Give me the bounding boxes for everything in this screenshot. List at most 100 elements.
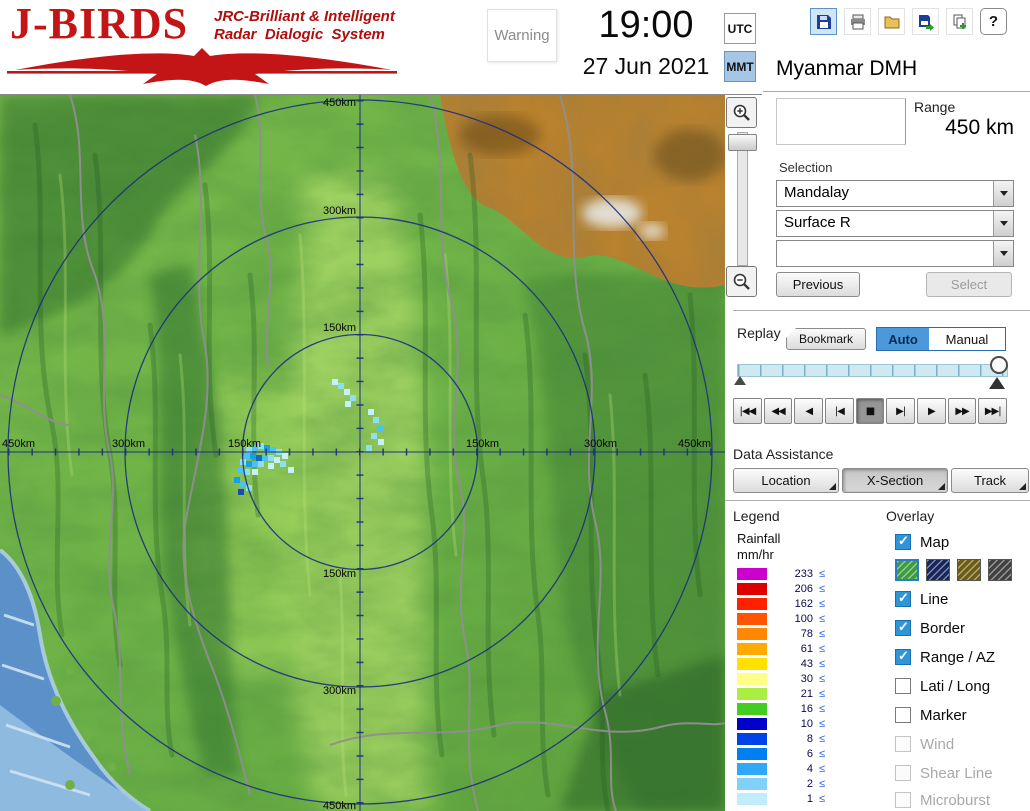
clock-time: 19:00 [598,4,694,46]
legend-label: Legend [733,508,780,524]
overlay-item-label: Lati / Long [920,677,991,695]
help-icon: ? [988,13,999,30]
mmt-button[interactable]: MMT [724,51,756,82]
legend-swatch [737,747,767,760]
zoom-out-button[interactable] [726,266,757,297]
fast-rewind-button[interactable]: ◀◀ [763,398,793,424]
overlay-item-label: Marker [920,706,967,724]
overlay-item-label: Range / AZ [920,648,996,666]
legend-row: 61 ≤ [737,641,825,656]
export-button[interactable] [912,8,939,35]
lati-long-checkbox[interactable] [895,678,911,694]
range-ring-label: 300km [323,685,356,697]
skip-last-button[interactable]: ▶▶| [978,398,1008,424]
wind-checkbox[interactable] [895,736,911,752]
legend-suffix: ≤ [819,717,826,730]
x-section-button[interactable]: X-Section [842,468,948,493]
overlay-item-label: Wind [920,735,955,753]
option-dropdown[interactable] [776,240,1014,267]
legend-row: 100 ≤ [737,611,825,626]
manual-button[interactable]: Manual [929,328,1005,350]
auto-button[interactable]: Auto [877,328,929,350]
overlay-item-shear-line: Shear Line [895,762,993,784]
utc-button[interactable]: UTC [724,13,756,44]
warning-button[interactable]: Warning [487,9,557,62]
print-button[interactable] [844,8,871,35]
overlay-item-wind: Wind [895,733,954,755]
legend-value: 233 [794,567,813,580]
map-checkbox[interactable] [895,533,911,550]
step-back-button[interactable]: |◀ [825,398,854,424]
replay-label: Replay [737,325,781,341]
map-style-olive[interactable] [957,559,981,581]
shear-line-checkbox[interactable] [895,765,911,781]
legend-suffix: ≤ [819,762,826,775]
radar-map[interactable]: 450km 300km 150km 150km 300km 450km 450k… [0,94,726,811]
option-dropdown-button[interactable] [993,241,1013,266]
selection-label: Selection [779,160,833,175]
chevron-down-icon [999,251,1008,256]
replay-timeline[interactable] [737,364,1008,377]
overlay-item-map: Map [895,531,949,553]
zoom-slider-handle[interactable] [728,134,757,151]
zoom-in-icon [733,104,750,121]
legend-value: 78 [800,627,813,640]
play-button[interactable]: ▶ [917,398,946,424]
track-button[interactable]: Track [951,468,1029,493]
border-checkbox[interactable] [895,619,911,636]
radar-map-image: 450km 300km 150km 150km 300km 450km 450k… [0,94,726,811]
legend-scale: 233 ≤ 206 ≤ 162 ≤ 100 ≤ 78 ≤ 61 ≤ 43 ≤ 30 ≤ 21 ≤ … [737,566,825,806]
legend-suffix: ≤ [819,672,826,685]
legend-suffix: ≤ [819,567,826,580]
add-copy-button[interactable] [946,8,973,35]
map-style-gray[interactable] [988,559,1012,581]
fast-forward-button[interactable]: ▶▶ [947,398,977,424]
legend-swatch [737,672,767,685]
legend-unit-line1: Rainfall [737,531,781,546]
overlay-item-border: Border [895,617,965,639]
toolbar: ? [810,8,1007,35]
site-dropdown[interactable]: Mandalay [776,180,1014,207]
open-folder-icon [884,16,899,28]
previous-button[interactable]: Previous [776,272,860,297]
step-forward-button[interactable]: ▶| [886,398,916,424]
legend-swatch [737,567,767,580]
marker-checkbox[interactable] [895,707,911,723]
product-dropdown-button[interactable] [993,211,1013,236]
legend-value: 6 [806,747,813,760]
zoom-out-icon [733,273,750,290]
legend-suffix: ≤ [819,627,826,640]
legend-value: 61 [800,642,813,655]
map-style-navy[interactable] [926,559,950,581]
stop-button[interactable]: ■ [855,398,885,424]
skip-first-button[interactable]: |◀◀ [733,398,762,424]
play-reverse-button[interactable]: ◀ [794,398,824,424]
bookmark-button[interactable]: Bookmark [786,328,866,350]
select-button[interactable]: Select [926,272,1012,297]
timeline-handle[interactable] [990,356,1008,374]
location-button[interactable]: Location [733,468,839,493]
line-checkbox[interactable] [895,590,911,607]
legend-suffix: ≤ [819,792,826,805]
legend-swatch [737,642,767,655]
save-button[interactable] [810,8,837,35]
legend-value: 1 [806,792,813,805]
legend-suffix: ≤ [819,747,826,760]
map-style-green[interactable] [895,559,919,581]
range-az-checkbox[interactable] [895,648,911,665]
legend-value: 206 [794,582,813,595]
overlay-label: Overlay [886,508,935,524]
chevron-down-icon [999,221,1008,226]
microburst-checkbox[interactable] [895,792,911,808]
legend-suffix: ≤ [819,732,826,745]
legend-row: 4 ≤ [737,761,825,776]
zoom-slider[interactable] [737,132,748,266]
help-button[interactable]: ? [980,8,1007,35]
open-button[interactable] [878,8,905,35]
site-dropdown-button[interactable] [993,181,1013,206]
overlay-item-label: Border [920,619,966,637]
add-copy-icon [953,14,966,29]
product-dropdown[interactable]: Surface R [776,210,1014,237]
zoom-in-button[interactable] [726,97,757,128]
chevron-down-icon [999,191,1008,196]
